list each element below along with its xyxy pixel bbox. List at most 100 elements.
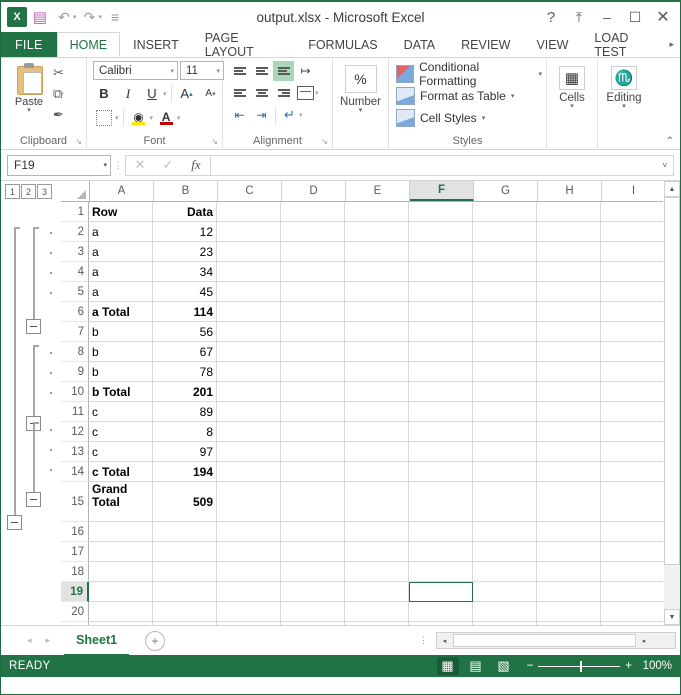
- cell-D8[interactable]: [281, 342, 345, 362]
- cell-D11[interactable]: [281, 402, 345, 422]
- zoom-slider-handle[interactable]: [580, 661, 582, 672]
- zoom-slider[interactable]: [538, 666, 620, 667]
- outline-level-1-button[interactable]: 1: [5, 184, 20, 199]
- cell-B8[interactable]: 67: [153, 342, 217, 362]
- paste-chevron-down-icon[interactable]: ▾: [27, 108, 31, 114]
- row-header-1[interactable]: 1: [61, 202, 89, 222]
- cell-B4[interactable]: 34: [153, 262, 217, 282]
- cell-E7[interactable]: [345, 322, 409, 342]
- cell-A11[interactable]: c: [89, 402, 153, 422]
- increase-indent-icon[interactable]: ⇥: [251, 105, 272, 125]
- cell-D21[interactable]: [281, 622, 345, 625]
- editing-chevron-down-icon[interactable]: ▾: [622, 104, 626, 110]
- previous-sheet-icon[interactable]: ◂: [27, 635, 32, 646]
- cell-G5[interactable]: [473, 282, 537, 302]
- cell-F15[interactable]: [409, 482, 473, 522]
- cell-H18[interactable]: [537, 562, 601, 582]
- cell-C15[interactable]: [217, 482, 281, 522]
- cell-I16[interactable]: [601, 522, 663, 542]
- cell-F16[interactable]: [409, 522, 473, 542]
- cell-H5[interactable]: [537, 282, 601, 302]
- outline-collapse-group-c-button[interactable]: [26, 492, 41, 507]
- row-header-14[interactable]: 14: [61, 462, 89, 482]
- cell-A10[interactable]: b Total: [89, 382, 153, 402]
- cell-I10[interactable]: [601, 382, 663, 402]
- customize-qat-icon[interactable]: ≡: [104, 6, 126, 28]
- cell-F12[interactable]: [409, 422, 473, 442]
- row-header-15[interactable]: 15: [61, 482, 89, 522]
- cell-I11[interactable]: [601, 402, 663, 422]
- cell-F20[interactable]: [409, 602, 473, 622]
- tab-data[interactable]: DATA: [391, 32, 448, 57]
- cell-D10[interactable]: [281, 382, 345, 402]
- cell-D20[interactable]: [281, 602, 345, 622]
- cell-G19[interactable]: [473, 582, 537, 602]
- cell-E2[interactable]: [345, 222, 409, 242]
- cell-C4[interactable]: [217, 262, 281, 282]
- cell-H9[interactable]: [537, 362, 601, 382]
- cell-D3[interactable]: [281, 242, 345, 262]
- cell-F17[interactable]: [409, 542, 473, 562]
- hscroll-left-icon[interactable]: ◂: [437, 637, 452, 645]
- cell-D16[interactable]: [281, 522, 345, 542]
- cell-E12[interactable]: [345, 422, 409, 442]
- cell-C9[interactable]: [217, 362, 281, 382]
- cell-B1[interactable]: Data: [153, 202, 217, 222]
- cell-G4[interactable]: [473, 262, 537, 282]
- orientation-icon[interactable]: ↦: [295, 61, 316, 81]
- underline-chevron-down-icon[interactable]: ▾: [163, 90, 167, 98]
- align-top-button[interactable]: [229, 61, 250, 81]
- bold-button[interactable]: B: [93, 83, 115, 104]
- save-icon[interactable]: ▤: [29, 6, 51, 28]
- cell-A14[interactable]: c Total: [89, 462, 153, 482]
- cell-B14[interactable]: 194: [153, 462, 217, 482]
- cell-I21[interactable]: [601, 622, 663, 625]
- paste-button[interactable]: Paste ▾: [5, 61, 53, 134]
- cell-I3[interactable]: [601, 242, 663, 262]
- cell-F13[interactable]: [409, 442, 473, 462]
- cell-F18[interactable]: [409, 562, 473, 582]
- cell-C6[interactable]: [217, 302, 281, 322]
- row-header-9[interactable]: 9: [61, 362, 89, 382]
- column-header-I[interactable]: I: [602, 181, 663, 201]
- cell-C10[interactable]: [217, 382, 281, 402]
- cell-G10[interactable]: [473, 382, 537, 402]
- borders-chevron-down-icon[interactable]: ▾: [115, 114, 119, 122]
- outline-level-3-button[interactable]: 3: [37, 184, 52, 199]
- font-color-icon[interactable]: A: [155, 107, 177, 128]
- tab-file[interactable]: FILE: [1, 32, 57, 57]
- cell-F8[interactable]: [409, 342, 473, 362]
- decrease-indent-icon[interactable]: ⇤: [229, 105, 250, 125]
- cell-E11[interactable]: [345, 402, 409, 422]
- redo-icon[interactable]: ↷: [79, 6, 101, 28]
- tab-view[interactable]: VIEW: [523, 32, 581, 57]
- font-dialog-launcher-icon[interactable]: ↘: [211, 135, 218, 149]
- cell-A13[interactable]: c: [89, 442, 153, 462]
- increase-font-size-icon[interactable]: A▴: [176, 83, 198, 104]
- cell-I19[interactable]: [601, 582, 663, 602]
- cell-A5[interactable]: a: [89, 282, 153, 302]
- cell-C2[interactable]: [217, 222, 281, 242]
- cell-E4[interactable]: [345, 262, 409, 282]
- cell-A17[interactable]: [89, 542, 153, 562]
- cell-D15[interactable]: [281, 482, 345, 522]
- cell-H10[interactable]: [537, 382, 601, 402]
- cell-E20[interactable]: [345, 602, 409, 622]
- cell-E9[interactable]: [345, 362, 409, 382]
- cell-E19[interactable]: [345, 582, 409, 602]
- cell-I8[interactable]: [601, 342, 663, 362]
- cell-H14[interactable]: [537, 462, 601, 482]
- cell-E8[interactable]: [345, 342, 409, 362]
- cell-H19[interactable]: [537, 582, 601, 602]
- cell-styles-chevron-down-icon[interactable]: ▾: [482, 114, 486, 122]
- align-bottom-button[interactable]: [273, 61, 294, 81]
- cell-G7[interactable]: [473, 322, 537, 342]
- cell-I13[interactable]: [601, 442, 663, 462]
- row-header-6[interactable]: 6: [61, 302, 89, 322]
- cell-B13[interactable]: 97: [153, 442, 217, 462]
- cell-D6[interactable]: [281, 302, 345, 322]
- cell-H20[interactable]: [537, 602, 601, 622]
- cell-G9[interactable]: [473, 362, 537, 382]
- cell-B6[interactable]: 114: [153, 302, 217, 322]
- row-header-19[interactable]: 19: [61, 582, 89, 602]
